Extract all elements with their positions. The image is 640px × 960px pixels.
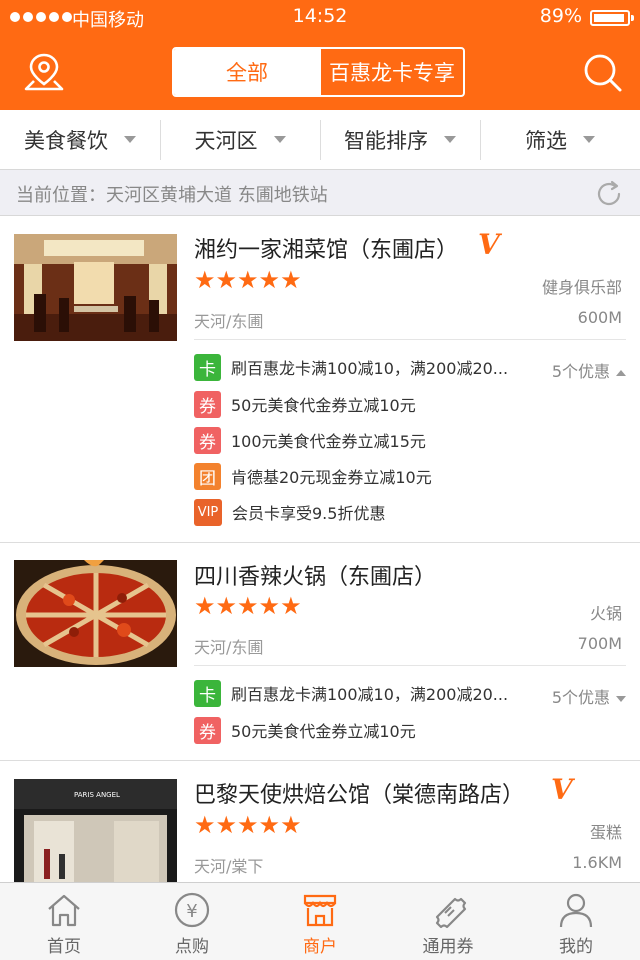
filter-more[interactable]: 筛选 — [480, 110, 640, 169]
group-tag-icon: 团 — [194, 462, 221, 490]
segment-all[interactable]: 全部 — [174, 49, 320, 95]
shop-category: 火锅 — [589, 604, 622, 623]
shop-photo — [14, 560, 177, 667]
deal-row[interactable]: 券 50元美食代金券立减10元 — [194, 716, 626, 744]
shop-photo — [14, 234, 177, 341]
coupon-tag-icon: 券 — [194, 716, 221, 744]
yen-coin-icon: ¥ — [174, 892, 210, 928]
tab-merchants[interactable]: 商户 — [256, 883, 384, 960]
divider — [194, 339, 626, 340]
shop-distance: 700M — [577, 634, 622, 653]
coupon-tag-icon: 券 — [194, 390, 221, 418]
rating-stars: ★★★★★ — [194, 811, 302, 839]
shop-distance: 600M — [577, 308, 622, 327]
segment-control: 全部 百惠龙卡专享 — [172, 47, 465, 97]
shop-category: 蛋糕 — [589, 823, 622, 842]
deal-text: 刷百惠龙卡满100减10，满200减20... — [231, 359, 509, 378]
deal-text: 100元美食代金券立减15元 — [231, 432, 426, 451]
tab-bar: 首页 ¥ 点购 商户 通用券 我的 — [0, 882, 640, 960]
divider — [194, 665, 626, 666]
vip-merchant-icon: V — [551, 773, 573, 806]
vip-merchant-icon: V — [478, 228, 500, 261]
shop-area: 天河/棠下 — [194, 857, 264, 876]
tab-label: 首页 — [47, 937, 81, 957]
deal-row[interactable]: 团 肯德基20元现金券立减10元 — [194, 462, 626, 490]
segment-card-exclusive[interactable]: 百惠龙卡专享 — [320, 49, 463, 95]
status-bar: 中国移动 14:52 89% — [0, 0, 640, 34]
battery-percent: 89% — [539, 5, 582, 27]
deals-count: 5个优惠 — [551, 362, 610, 381]
deal-row[interactable]: 券 50元美食代金券立减10元 — [194, 390, 626, 418]
chevron-down-icon — [444, 136, 456, 143]
deal-row[interactable]: 券 100元美食代金券立减15元 — [194, 426, 626, 454]
shop-name: 巴黎天使烘焙公馆（棠德南路店） — [194, 783, 525, 808]
deal-row[interactable]: 卡 刷百惠龙卡满100减10，满200减20... 5个优惠 — [194, 353, 626, 381]
deals-count: 5个优惠 — [551, 688, 610, 707]
coupon-tag-icon: 券 — [194, 426, 221, 454]
card-tag-icon: 卡 — [194, 679, 221, 707]
deal-text: 50元美食代金券立减10元 — [231, 396, 416, 415]
deal-text: 会员卡享受9.5折优惠 — [232, 504, 386, 523]
battery-icon — [590, 10, 634, 26]
shop-card[interactable]: 四川香辣火锅（东圃店） ★★★★★ 火锅 天河/东圃 700M 卡 刷百惠龙卡满… — [0, 543, 640, 761]
tab-label: 商户 — [303, 937, 337, 957]
current-location-text: 当前位置：天河区黄埔大道 东圃地铁站 — [16, 185, 328, 206]
shop-category: 健身俱乐部 — [541, 278, 622, 297]
vip-tag-icon: VIP — [194, 498, 222, 526]
filter-label: 美食餐饮 — [24, 128, 108, 153]
rating-stars: ★★★★★ — [194, 266, 302, 294]
ticket-icon — [435, 897, 467, 929]
filter-label: 筛选 — [525, 128, 567, 153]
deal-text: 刷百惠龙卡满100减10，满200减20... — [231, 685, 509, 704]
tab-label: 我的 — [559, 937, 593, 957]
deals-toggle[interactable]: 5个优惠 — [552, 684, 626, 708]
tab-home[interactable]: 首页 — [0, 883, 128, 960]
shop-distance: 1.6KM — [572, 853, 622, 872]
home-icon — [48, 894, 80, 927]
chevron-up-icon — [616, 369, 626, 376]
person-icon — [559, 893, 593, 928]
current-location-bar: 当前位置：天河区黄埔大道 东圃地铁站 — [0, 170, 640, 216]
chevron-down-icon — [583, 136, 595, 143]
svg-text:¥: ¥ — [186, 901, 197, 922]
map-pin-icon[interactable] — [22, 50, 66, 94]
filter-district[interactable]: 天河区 — [160, 110, 320, 169]
shop-list[interactable]: 湘约一家湘菜馆（东圃店） V ★★★★★ 健身俱乐部 天河/东圃 600M 卡 … — [0, 216, 640, 882]
tab-profile[interactable]: 我的 — [512, 883, 640, 960]
search-icon[interactable] — [580, 50, 624, 94]
refresh-icon[interactable] — [593, 178, 625, 210]
filter-label: 天河区 — [194, 128, 258, 153]
shop-card[interactable]: 湘约一家湘菜馆（东圃店） V ★★★★★ 健身俱乐部 天河/东圃 600M 卡 … — [0, 216, 640, 543]
filter-category[interactable]: 美食餐饮 — [0, 110, 160, 169]
tab-label: 通用券 — [422, 937, 474, 957]
tab-order[interactable]: ¥ 点购 — [128, 883, 256, 960]
shop-card[interactable]: PARIS ANGEL 巴黎天使烘焙公馆（棠德南路店） V ★★★★★ 蛋糕 天… — [0, 761, 640, 882]
shop-area: 天河/东圃 — [194, 638, 264, 657]
shop-name: 湘约一家湘菜馆（东圃店） — [194, 238, 459, 263]
deals-toggle[interactable]: 5个优惠 — [552, 358, 626, 382]
deal-row[interactable]: 卡 刷百惠龙卡满100减10，满200减20... 5个优惠 — [194, 679, 626, 707]
deal-text: 肯德基20元现金券立减10元 — [231, 468, 432, 487]
deal-row[interactable]: VIP 会员卡享受9.5折优惠 — [194, 498, 626, 526]
filter-sort[interactable]: 智能排序 — [320, 110, 480, 169]
shop-photo: PARIS ANGEL — [14, 779, 177, 882]
shop-name: 四川香辣火锅（东圃店） — [194, 565, 437, 590]
chevron-down-icon — [616, 695, 626, 702]
shop-area: 天河/东圃 — [194, 312, 264, 331]
tab-coupons[interactable]: 通用券 — [384, 883, 512, 960]
store-sign-text: PARIS ANGEL — [74, 791, 120, 799]
filter-bar: 美食餐饮 天河区 智能排序 筛选 — [0, 110, 640, 170]
card-tag-icon: 卡 — [194, 353, 221, 381]
deal-text: 50元美食代金券立减10元 — [231, 722, 416, 741]
chevron-down-icon — [124, 136, 136, 143]
header: 中国移动 14:52 89% 全部 百惠龙卡专享 — [0, 0, 640, 110]
tab-label: 点购 — [175, 937, 209, 957]
rating-stars: ★★★★★ — [194, 592, 302, 620]
filter-label: 智能排序 — [344, 128, 428, 153]
chevron-down-icon — [273, 136, 286, 143]
storefront-icon — [303, 894, 337, 927]
